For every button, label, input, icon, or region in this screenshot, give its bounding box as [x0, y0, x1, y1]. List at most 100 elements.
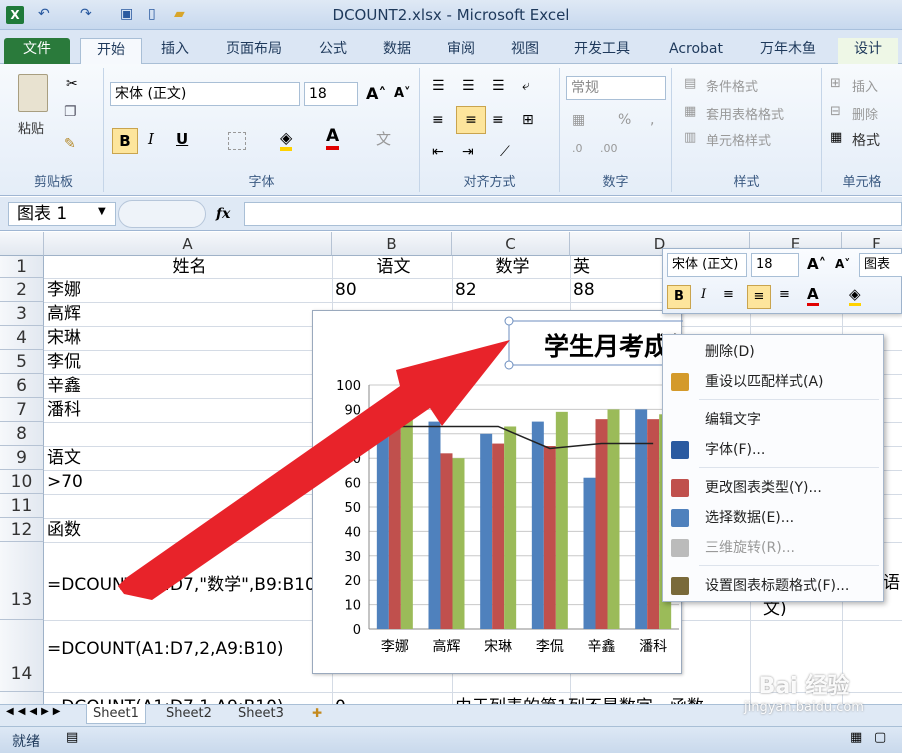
row-header[interactable]: 6	[0, 374, 44, 398]
border-icon[interactable]	[228, 132, 246, 150]
mini-grow-font-icon[interactable]: A˄	[807, 255, 826, 273]
cell-a4[interactable]: 宋琳	[44, 326, 81, 350]
tab-review[interactable]: 审阅	[434, 38, 488, 64]
row-header[interactable]: 11	[0, 494, 44, 518]
macro-record-icon[interactable]: ▤	[66, 730, 78, 745]
align-top-icon[interactable]: ☰	[432, 78, 445, 94]
merge-icon[interactable]: ⊞	[522, 112, 534, 128]
delete-cells-button[interactable]: 删除	[852, 104, 878, 123]
format-cells-icon[interactable]: ▦	[830, 130, 842, 145]
tab-page-layout[interactable]: 页面布局	[214, 38, 294, 64]
format-cells-button[interactable]: 格式	[852, 130, 880, 150]
formula-cancel-handle[interactable]	[118, 200, 206, 228]
row-header[interactable]: 8	[0, 422, 44, 446]
chart-area[interactable]: 0 10 20 30 40 50 60 70 80 90 100 李娜 高辉 宋琳 李侃 辛鑫 潘科 学生月考成绩	[312, 310, 734, 675]
font-size-select[interactable]: 18	[304, 82, 358, 106]
cell-a3[interactable]: 高辉	[44, 302, 81, 326]
row-header[interactable]: 14	[0, 620, 44, 692]
mini-bold-button[interactable]: B	[667, 285, 691, 309]
align-left-icon[interactable]: ≡	[432, 112, 444, 128]
conditional-format-button[interactable]: 条件格式	[706, 76, 758, 95]
bold-button[interactable]: B	[112, 128, 138, 154]
cut-icon[interactable]: ✂	[66, 76, 78, 92]
align-center-icon[interactable]: ≡	[456, 106, 486, 134]
column-header-c[interactable]: C	[452, 232, 570, 256]
menu-item[interactable]: 编辑文字	[663, 405, 885, 435]
bar-4-0[interactable]	[583, 477, 596, 629]
cell-a8[interactable]	[44, 422, 47, 446]
tab-data[interactable]: 数据	[370, 38, 424, 64]
bar-3-0[interactable]	[531, 421, 544, 629]
menu-item[interactable]: 设置图表标题格式(F)...	[663, 571, 885, 601]
mini-extra-select[interactable]: 图表标	[859, 253, 902, 277]
bar-2-1[interactable]	[492, 443, 505, 629]
mini-size-select[interactable]: 18	[751, 253, 799, 277]
cell-a10[interactable]: >70	[44, 470, 83, 494]
insert-sheet-icon[interactable]: ✚	[312, 706, 322, 720]
bar-0-0[interactable]	[376, 431, 389, 629]
tab-scroll-arrows-icon[interactable]: ◀◀◀▶▶	[6, 706, 64, 717]
select-all-corner[interactable]	[0, 232, 44, 256]
menu-item[interactable]: 更改图表类型(Y)...	[663, 473, 885, 503]
tab-view[interactable]: 视图	[498, 38, 552, 64]
chart-svg[interactable]: 0102030405060708090100李娜 高辉 宋琳 李侃 辛鑫 潘科学生月考成绩	[313, 311, 734, 675]
bar-3-2[interactable]	[555, 411, 568, 629]
bar-3-1[interactable]	[543, 446, 556, 629]
menu-item[interactable]: 字体(F)...	[663, 435, 885, 465]
mini-align-center-icon[interactable]: ≡	[747, 285, 771, 309]
cell-c1[interactable]: 数学	[452, 256, 570, 278]
row-header[interactable]: 10	[0, 470, 44, 494]
tab-file[interactable]: 文件	[4, 38, 70, 64]
align-bottom-icon[interactable]: ☰	[492, 78, 505, 94]
mini-shrink-font-icon[interactable]: A˅	[835, 257, 850, 271]
table-format-button[interactable]: 套用表格格式	[706, 104, 784, 123]
row-header[interactable]: 4	[0, 326, 44, 350]
menu-item[interactable]: 删除(D)	[663, 337, 885, 367]
bar-4-2[interactable]	[607, 409, 620, 629]
mini-align-right-icon[interactable]: ≡	[779, 287, 790, 302]
fx-icon[interactable]: fx	[216, 206, 230, 222]
cell-a6[interactable]: 辛鑫	[44, 374, 81, 398]
bar-0-2[interactable]	[400, 419, 413, 629]
mini-align-left-icon[interactable]: ≡	[723, 287, 734, 302]
cell-a1[interactable]: 姓名	[44, 256, 332, 278]
cell-a9[interactable]: 语文	[44, 446, 81, 470]
bar-2-0[interactable]	[480, 433, 493, 629]
cell-a12[interactable]: 函数	[44, 518, 81, 542]
tab-insert[interactable]: 插入	[148, 38, 202, 64]
mini-fill-color-icon[interactable]: ◈	[849, 285, 861, 306]
paste-icon[interactable]	[18, 74, 48, 112]
italic-button[interactable]: I	[148, 130, 154, 148]
row-header[interactable]: 2	[0, 278, 44, 302]
underline-button[interactable]: U	[176, 130, 188, 148]
mini-italic-button[interactable]: I	[701, 287, 706, 302]
bar-5-1[interactable]	[647, 419, 660, 629]
row-header[interactable]: 1	[0, 256, 44, 278]
row-header[interactable]	[0, 692, 44, 704]
row-header[interactable]: 13	[0, 542, 44, 620]
indent-increase-icon[interactable]: ⇥	[462, 144, 474, 160]
view-normal-icon[interactable]: ▦	[850, 730, 862, 745]
fill-color-icon[interactable]: ◈	[280, 128, 293, 151]
cell-c15[interactable]: 由于列表的第1列不是数字，函数	[452, 692, 772, 704]
bar-4-1[interactable]	[595, 419, 608, 629]
shrink-font-icon[interactable]: A˅	[394, 86, 411, 101]
cell-b1[interactable]: 语文	[332, 256, 452, 278]
number-format-select[interactable]: 常规	[566, 76, 666, 100]
cell-a7[interactable]: 潘科	[44, 398, 81, 422]
row-header[interactable]: 9	[0, 446, 44, 470]
mini-font-color-icon[interactable]: A	[807, 285, 819, 306]
cell-a2[interactable]: 李娜	[44, 278, 81, 302]
tab-home[interactable]: 开始	[80, 38, 142, 64]
grow-font-icon[interactable]: A˄	[366, 84, 386, 103]
tab-acrobat[interactable]: Acrobat	[656, 38, 736, 64]
cell-styles-button[interactable]: 单元格样式	[706, 130, 771, 149]
selection-handle[interactable]	[504, 360, 514, 370]
sheet-tab-sheet3[interactable]: Sheet3	[232, 704, 290, 724]
bar-1-1[interactable]	[440, 453, 453, 629]
row-header[interactable]: 3	[0, 302, 44, 326]
font-name-select[interactable]: 宋体 (正文)	[110, 82, 300, 106]
cell-d1[interactable]: 英	[570, 256, 590, 278]
indent-decrease-icon[interactable]: ⇤	[432, 144, 444, 160]
sheet-tab-sheet2[interactable]: Sheet2	[160, 704, 218, 724]
